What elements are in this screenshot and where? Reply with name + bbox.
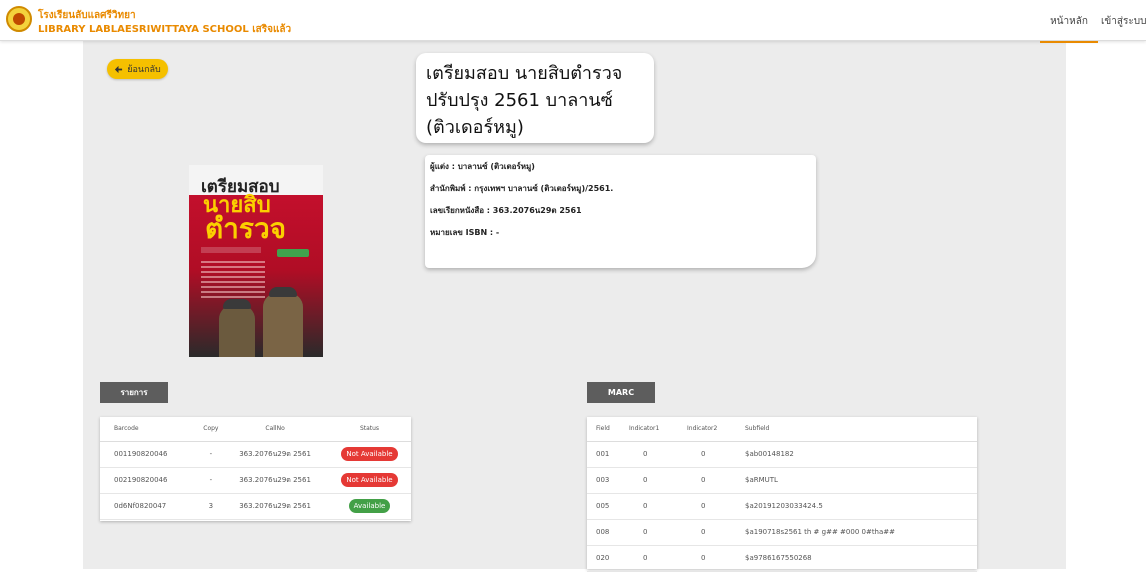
- copy-cell: -: [199, 467, 223, 494]
- status-badge: Available: [348, 499, 391, 513]
- callno-cell: 363.2076น29ต 2561: [222, 467, 328, 494]
- field-cell: 020: [587, 545, 629, 572]
- book-details-card: ผู้แต่ง : บาลานซ์ (ติวเตอร์หมู) สำนักพิม…: [425, 155, 816, 268]
- logo-emblem: [13, 13, 25, 25]
- cover-decoration: [201, 247, 261, 253]
- field-cell: 005: [587, 493, 629, 520]
- status-badge: Not Available: [341, 447, 398, 461]
- column-header: Subfield: [745, 417, 977, 442]
- call-number-line: เลขเรียกหนังสือ : 363.2076น29ต 2561: [430, 206, 582, 215]
- subfield-cell: $aRMUTL: [745, 467, 977, 494]
- indicator1-cell: 0: [629, 493, 687, 520]
- cover-figure: [269, 287, 297, 297]
- nav-home-link[interactable]: หน้าหลัก: [1040, 14, 1098, 43]
- cover-figure: [223, 299, 251, 309]
- cover-figure: [263, 293, 303, 357]
- book-title-line: เตรียมสอบ นายสิบตำรวจ: [426, 63, 623, 84]
- indicator1-cell: 0: [629, 441, 687, 468]
- subfield-cell: $a190718s2561 th # g## #000 0#tha##: [745, 519, 977, 546]
- callno-cell: 363.2076น29ต 2561: [222, 441, 328, 468]
- book-title-line: ปรับปรุง 2561 บาลานซ์: [426, 90, 613, 111]
- subfield-cell: $a9786167550268: [745, 545, 977, 572]
- indicator2-cell: 0: [687, 493, 745, 520]
- table-row: 001 0 0 $ab00148182: [587, 441, 977, 468]
- nav-login-link[interactable]: เข้าสู่ระบบ: [1101, 14, 1146, 29]
- cover-text: ตำรวจ: [205, 212, 287, 245]
- cover-figure: [219, 305, 255, 357]
- marc-table-card: Field Indicator1 Indicator2 Subfield 001…: [587, 417, 977, 572]
- indicator2-cell: 0: [687, 467, 745, 494]
- marc-table: Field Indicator1 Indicator2 Subfield 001…: [587, 417, 977, 572]
- column-header: Copy: [199, 417, 223, 442]
- indicator2-cell: 0: [687, 441, 745, 468]
- column-header: Status: [328, 417, 411, 442]
- arrow-left-icon: [115, 65, 123, 73]
- book-title-card: เตรียมสอบ นายสิบตำรวจ ปรับปรุง 2561 บาลา…: [416, 53, 654, 143]
- subfield-cell: $a20191203033424.5: [745, 493, 977, 520]
- barcode-cell: 001190820046: [100, 441, 200, 468]
- table-header-row: Field Indicator1 Indicator2 Subfield: [587, 417, 977, 442]
- status-cell: Not Available: [328, 467, 411, 494]
- indicator1-cell: 0: [629, 545, 687, 572]
- items-table: Barcode Copy CallNo Status 001190820046 …: [100, 417, 411, 520]
- indicator2-cell: 0: [687, 545, 745, 572]
- school-name[interactable]: โรงเรียนลับแลศรีวิทยา: [38, 8, 136, 23]
- back-button-label: ย้อนกลับ: [127, 65, 161, 75]
- table-header-row: Barcode Copy CallNo Status: [100, 417, 411, 442]
- copy-cell: -: [199, 441, 223, 468]
- column-header: Indicator2: [687, 417, 745, 442]
- field-cell: 008: [587, 519, 629, 546]
- isbn-line: หมายเลข ISBN : -: [430, 228, 500, 237]
- book-title-line: (ติวเดอร์หมู): [426, 117, 524, 138]
- copy-cell: 3: [199, 493, 223, 520]
- column-header: Indicator1: [629, 417, 687, 442]
- field-cell: 003: [587, 467, 629, 494]
- status-cell: Available: [328, 493, 411, 520]
- cover-decoration: [277, 249, 309, 257]
- status-badge: Not Available: [341, 473, 398, 487]
- column-header: CallNo: [222, 417, 328, 442]
- table-row: 001190820046 - 363.2076น29ต 2561 Not Ava…: [100, 441, 411, 468]
- indicator1-cell: 0: [629, 467, 687, 494]
- barcode-cell: 002190820046: [100, 467, 200, 494]
- book-cover-image: เตรียมสอบ นายสิบ ตำรวจ: [189, 165, 323, 357]
- indicator2-cell: 0: [687, 519, 745, 546]
- top-navbar: โรงเรียนลับแลศรีวิทยา LIBRARY LABLAESRIW…: [0, 0, 1146, 43]
- back-button[interactable]: ย้อนกลับ: [107, 59, 168, 79]
- subfield-cell: $ab00148182: [745, 441, 977, 468]
- publisher-line: สำนักพิมพ์ : กรุงเทพฯ บาลานซ์ (ติวเตอร์ห…: [430, 184, 614, 193]
- table-row: 002190820046 - 363.2076น29ต 2561 Not Ava…: [100, 467, 411, 494]
- table-row: 0d6Nf0820047 3 363.2076น29ต 2561 Availab…: [100, 493, 411, 520]
- table-row: 005 0 0 $a20191203033424.5: [587, 493, 977, 520]
- table-row: 020 0 0 $a9786167550268: [587, 545, 977, 572]
- table-row: 003 0 0 $aRMUTL: [587, 467, 977, 494]
- school-logo[interactable]: [6, 6, 32, 32]
- indicator1-cell: 0: [629, 519, 687, 546]
- author-line: ผู้แต่ง : บาลานซ์ (ติวเตอร์หมู): [430, 162, 535, 171]
- cover-decoration: [201, 261, 265, 301]
- field-cell: 001: [587, 441, 629, 468]
- items-table-card: Barcode Copy CallNo Status 001190820046 …: [100, 417, 411, 521]
- column-header: Field: [587, 417, 629, 442]
- status-cell: Not Available: [328, 441, 411, 468]
- marc-section-tab: MARC: [587, 382, 655, 403]
- library-name[interactable]: LIBRARY LABLAESRIWITTAYA SCHOOL เสริจแล้…: [38, 22, 291, 37]
- table-row: 008 0 0 $a190718s2561 th # g## #000 0#th…: [587, 519, 977, 546]
- items-section-tab: รายการ: [100, 382, 168, 403]
- barcode-cell: 0d6Nf0820047: [100, 493, 200, 520]
- callno-cell: 363.2076น29ต 2561: [222, 493, 328, 520]
- column-header: Barcode: [100, 417, 200, 442]
